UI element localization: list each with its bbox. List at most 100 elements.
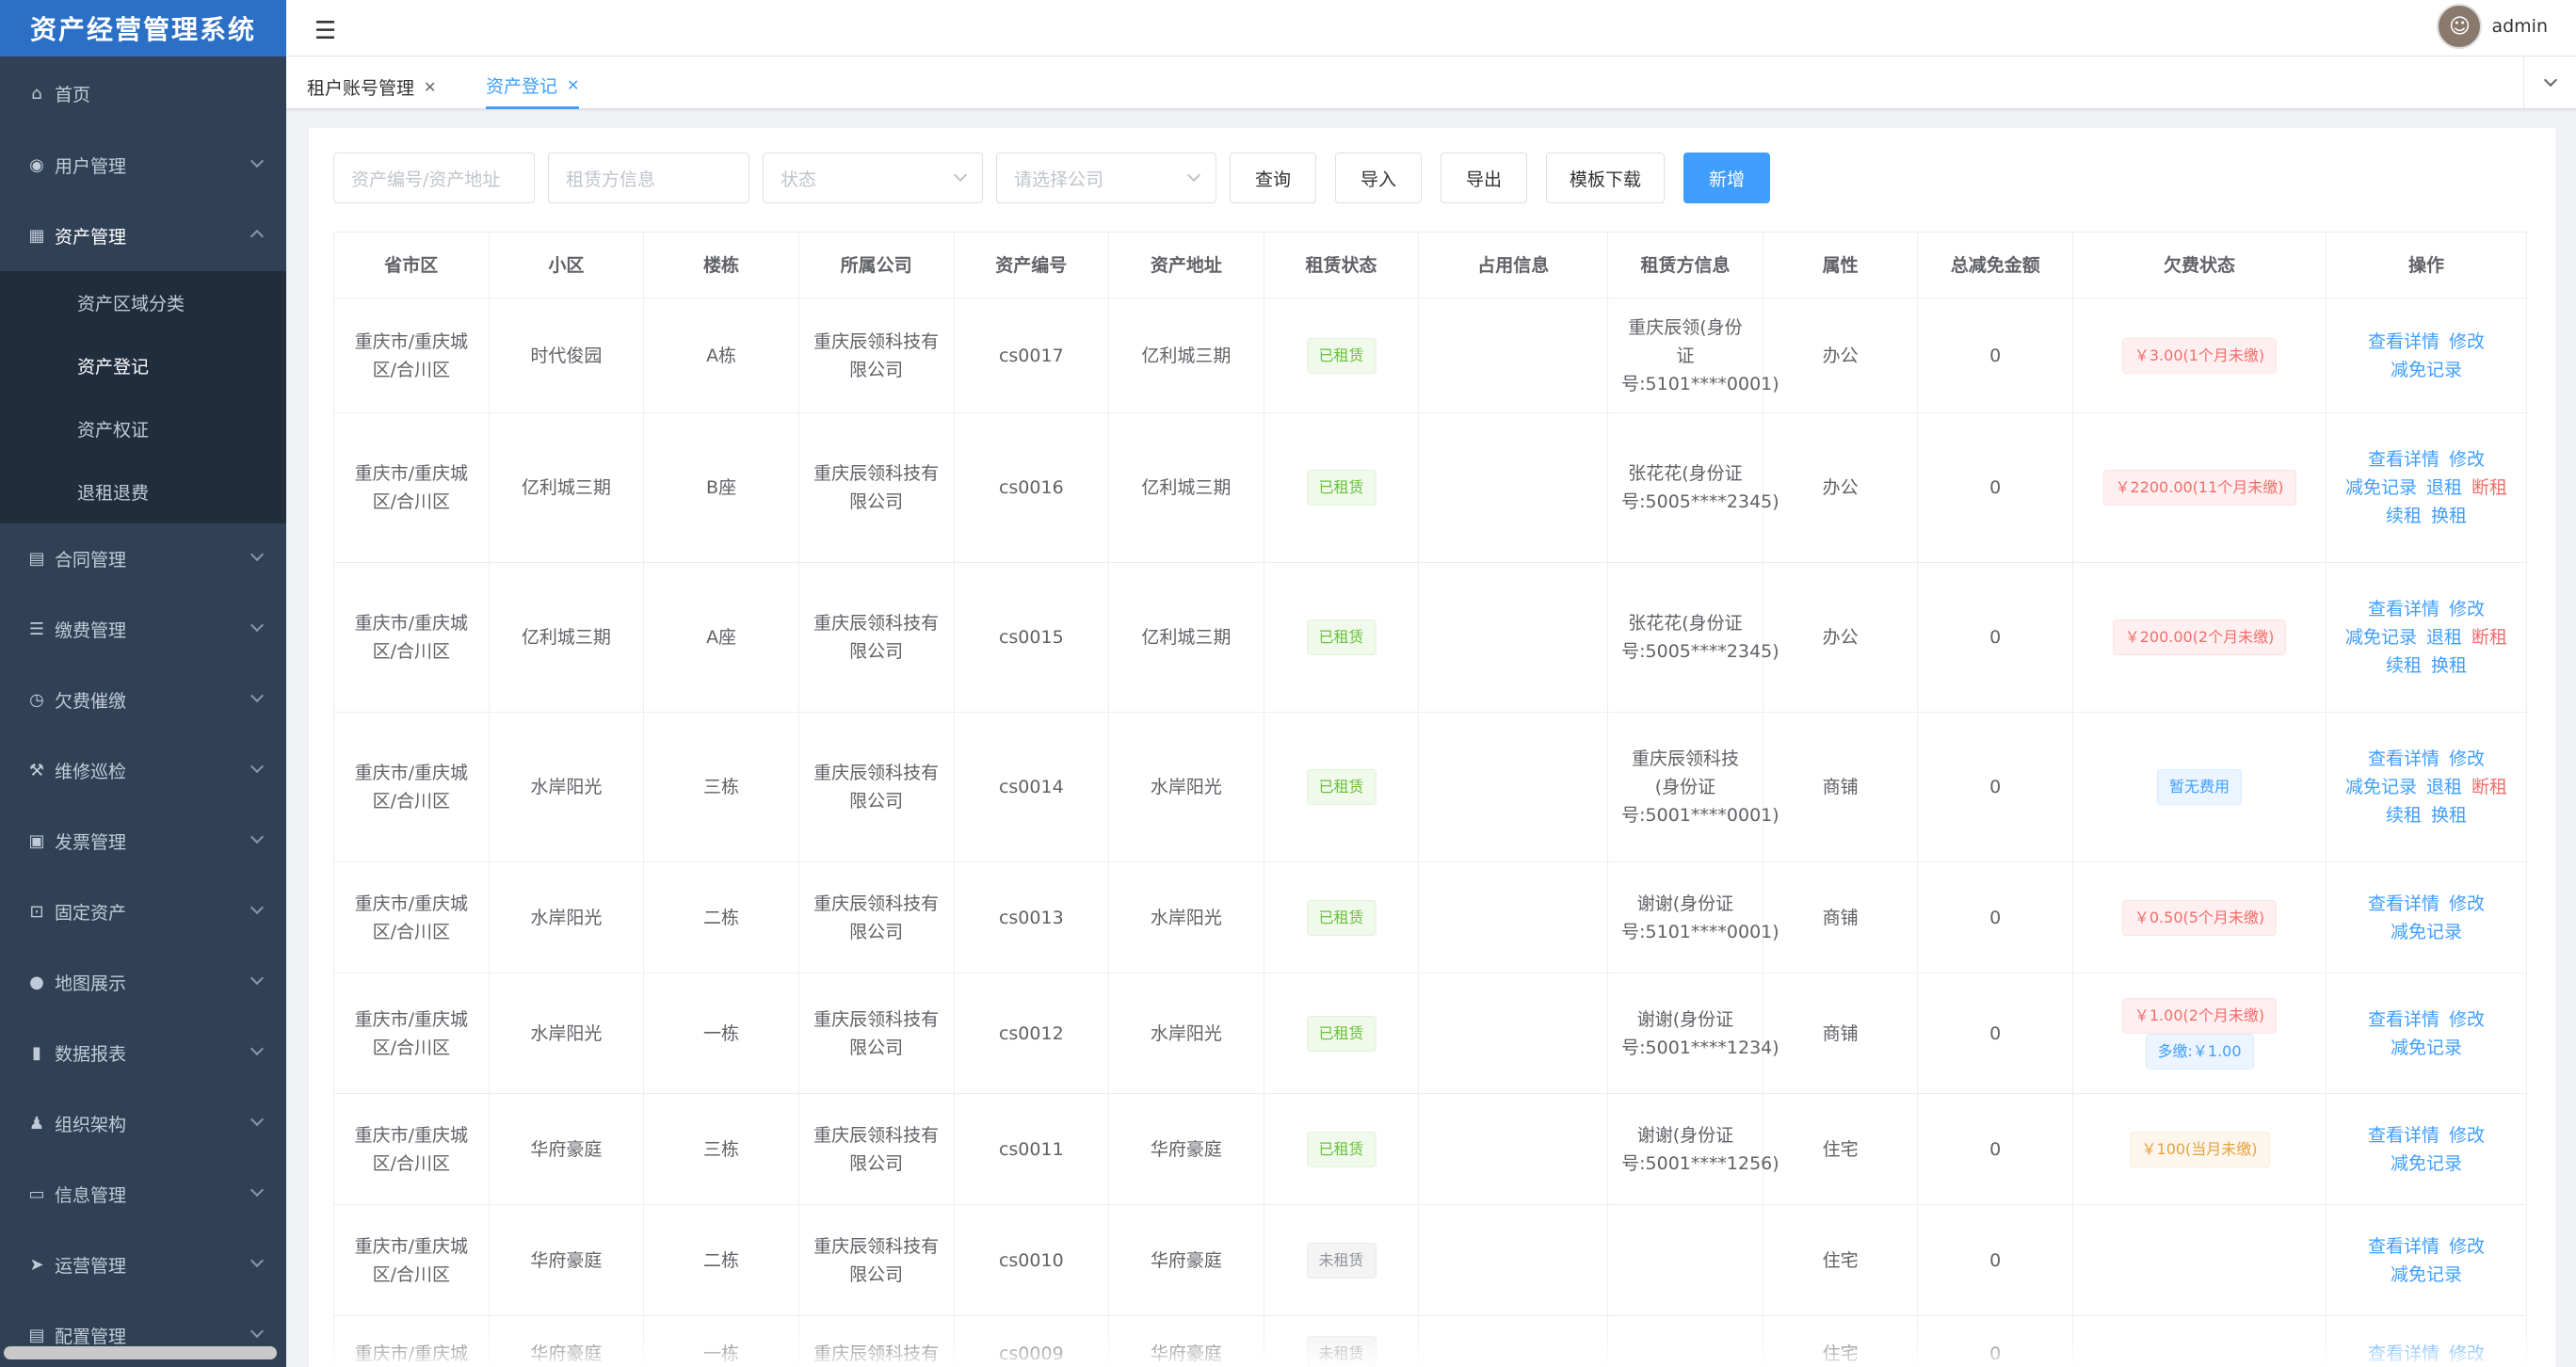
cell-building: A栋 [643, 298, 799, 413]
action-link[interactable]: 修改 [2449, 449, 2485, 470]
arrears-badge: ￥0.50(5个月未缴) [2121, 899, 2278, 936]
column-header: 欠费状态 [2072, 232, 2327, 298]
avatar[interactable]: ☺ [2437, 4, 2483, 49]
column-header: 租赁方信息 [1607, 232, 1763, 298]
cell-code: cs0013 [953, 861, 1110, 973]
action-link[interactable]: 减免记录 [2391, 1264, 2462, 1285]
sidebar-item-label: 首页 [55, 84, 91, 105]
cell-region: 重庆市/重庆城区/合川区 [333, 861, 490, 973]
lock-icon: ⊡ [29, 902, 44, 922]
cell-arrears: ￥3.00(1个月未缴) [2072, 298, 2327, 413]
action-link[interactable]: 减免记录 [2391, 922, 2462, 942]
tab-label: 租户账号管理 [307, 77, 415, 99]
user-menu[interactable]: ☺ admin [2437, 4, 2548, 49]
action-link[interactable]: 换租 [2431, 805, 2467, 826]
action-link[interactable]: 查看详情 [2368, 893, 2439, 914]
action-link[interactable]: 续租 [2386, 655, 2422, 676]
action-link[interactable]: 查看详情 [2368, 748, 2439, 769]
sidebar-item[interactable]: ▮ 数据报表 [0, 1018, 286, 1088]
hamburger-menu-icon[interactable]: ☰ [314, 17, 336, 45]
sidebar-item[interactable]: ⚒ 维修巡检 [0, 735, 286, 806]
import-button[interactable]: 导入 [1335, 153, 1422, 203]
cell-actions: 查看详情 修改减免记录 退租 断租续租 换租 [2326, 712, 2527, 862]
company-select[interactable]: 请选择公司 [996, 153, 1216, 203]
sidebar-item[interactable]: ⌂ 首页 [0, 56, 286, 130]
action-link[interactable]: 减免记录 [2345, 777, 2417, 797]
sidebar-item[interactable]: ◉ 用户管理 [0, 130, 286, 201]
sidebar-subitem[interactable]: 资产区域分类 [0, 271, 286, 334]
action-link[interactable]: 查看详情 [2368, 449, 2439, 470]
action-link[interactable]: 断租 [2471, 777, 2507, 797]
action-link[interactable]: 退租 [2426, 477, 2462, 498]
action-link[interactable]: 续租 [2386, 506, 2422, 526]
table-row: 重庆市/重庆城区/合川区 水岸阳光 一栋 重庆辰领科技有限公司 cs0012 水岸阳光 已租… [333, 973, 2527, 1094]
tab-dropdown-icon[interactable] [2523, 56, 2576, 109]
action-link[interactable]: 查看详情 [2368, 1125, 2439, 1146]
action-link[interactable]: 断租 [2471, 477, 2507, 498]
sidebar-item[interactable]: ➤ 运营管理 [0, 1230, 286, 1300]
action-link[interactable]: 修改 [2449, 893, 2485, 914]
cell-arrears: ￥100(当月未缴) [2072, 1093, 2327, 1205]
sidebar-item-label: 合同管理 [55, 550, 127, 571]
close-icon[interactable]: ✕ [424, 78, 436, 96]
cell-discount: 0 [1917, 973, 2074, 1094]
cell-status: 未租赁 [1263, 1204, 1420, 1316]
add-button[interactable]: 新增 [1683, 153, 1770, 203]
status-select[interactable]: 状态 [763, 153, 983, 203]
cell-address: 水岸阳光 [1108, 973, 1264, 1094]
action-link[interactable]: 修改 [2449, 599, 2485, 619]
action-link[interactable]: 修改 [2449, 748, 2485, 769]
action-link[interactable]: 减免记录 [2345, 477, 2417, 498]
tab-asset-registration[interactable]: 资产登记 ✕ [486, 64, 580, 109]
action-link[interactable]: 减免记录 [2391, 1153, 2462, 1174]
tab-tenant-account[interactable]: 租户账号管理 ✕ [307, 64, 436, 109]
chevron-down-icon [250, 1112, 265, 1127]
sidebar-item[interactable]: ◷ 欠费催缴 [0, 665, 286, 735]
action-link[interactable]: 修改 [2449, 331, 2485, 352]
action-link[interactable]: 换租 [2431, 655, 2467, 676]
action-link[interactable]: 退租 [2426, 627, 2462, 648]
action-line: 减免记录 [2340, 1261, 2513, 1289]
sidebar-item[interactable]: ♟ 组织架构 [0, 1088, 286, 1159]
sidebar-item[interactable]: ● 地图展示 [0, 947, 286, 1018]
sidebar-item[interactable]: ▦ 资产管理 [0, 201, 286, 271]
sidebar-subitem[interactable]: 资产登记 [0, 334, 286, 397]
close-icon[interactable]: ✕ [567, 76, 579, 94]
action-link[interactable]: 退租 [2426, 777, 2462, 797]
cell-region: 重庆市/重庆城区/合川区 [333, 712, 490, 862]
action-link[interactable]: 修改 [2449, 1009, 2485, 1030]
tenant-input[interactable]: 租赁方信息 [548, 153, 749, 203]
person-icon: ♟ [28, 1114, 45, 1134]
action-link[interactable]: 查看详情 [2368, 331, 2439, 352]
sidebar-item[interactable]: ☰ 缴费管理 [0, 594, 286, 665]
sidebar-subitem[interactable]: 退租退费 [0, 460, 286, 523]
action-link[interactable]: 查看详情 [2368, 599, 2439, 619]
action-link[interactable]: 减免记录 [2391, 1037, 2462, 1058]
action-link[interactable]: 减免记录 [2345, 627, 2417, 648]
sidebar-subitem[interactable]: 资产权证 [0, 397, 286, 460]
sidebar-item[interactable]: ▭ 信息管理 [0, 1159, 286, 1230]
template-download-button[interactable]: 模板下载 [1546, 153, 1665, 203]
sidebar: 资产经营管理系统 ⌂ 首页 ◉ 用户管理 ▦ 资产管理 资产区域分类 资产登记 资产权证 退租退费… [0, 0, 286, 1367]
action-link[interactable]: 修改 [2449, 1125, 2485, 1146]
action-link[interactable]: 修改 [2449, 1236, 2485, 1257]
chevron-down-icon [953, 168, 968, 183]
action-link[interactable]: 换租 [2431, 506, 2467, 526]
sidebar-scrollbar[interactable] [4, 1346, 277, 1359]
action-link[interactable]: 查看详情 [2368, 1236, 2439, 1257]
action-link[interactable]: 查看详情 [2368, 1009, 2439, 1030]
query-button[interactable]: 查询 [1230, 153, 1316, 203]
asset-code-input[interactable]: 资产编号/资产地址 [333, 153, 535, 203]
action-link[interactable]: 续租 [2386, 805, 2422, 826]
sidebar-item[interactable]: ▤ 合同管理 [0, 523, 286, 594]
user-name[interactable]: admin [2491, 16, 2548, 37]
cell-region: 重庆市/重庆城区/合川区 [333, 973, 490, 1094]
sidebar-item[interactable]: ⊡ 固定资产 [0, 876, 286, 947]
sidebar-item[interactable]: ▣ 发票管理 [0, 806, 286, 876]
action-link[interactable]: 减免记录 [2391, 360, 2462, 380]
action-line: 续租 换租 [2340, 502, 2513, 530]
arrears-badge: ￥2200.00(11个月未缴) [2102, 470, 2296, 506]
export-button[interactable]: 导出 [1441, 153, 1527, 203]
action-link[interactable]: 断租 [2471, 627, 2507, 648]
chevron-down-icon [250, 829, 265, 844]
